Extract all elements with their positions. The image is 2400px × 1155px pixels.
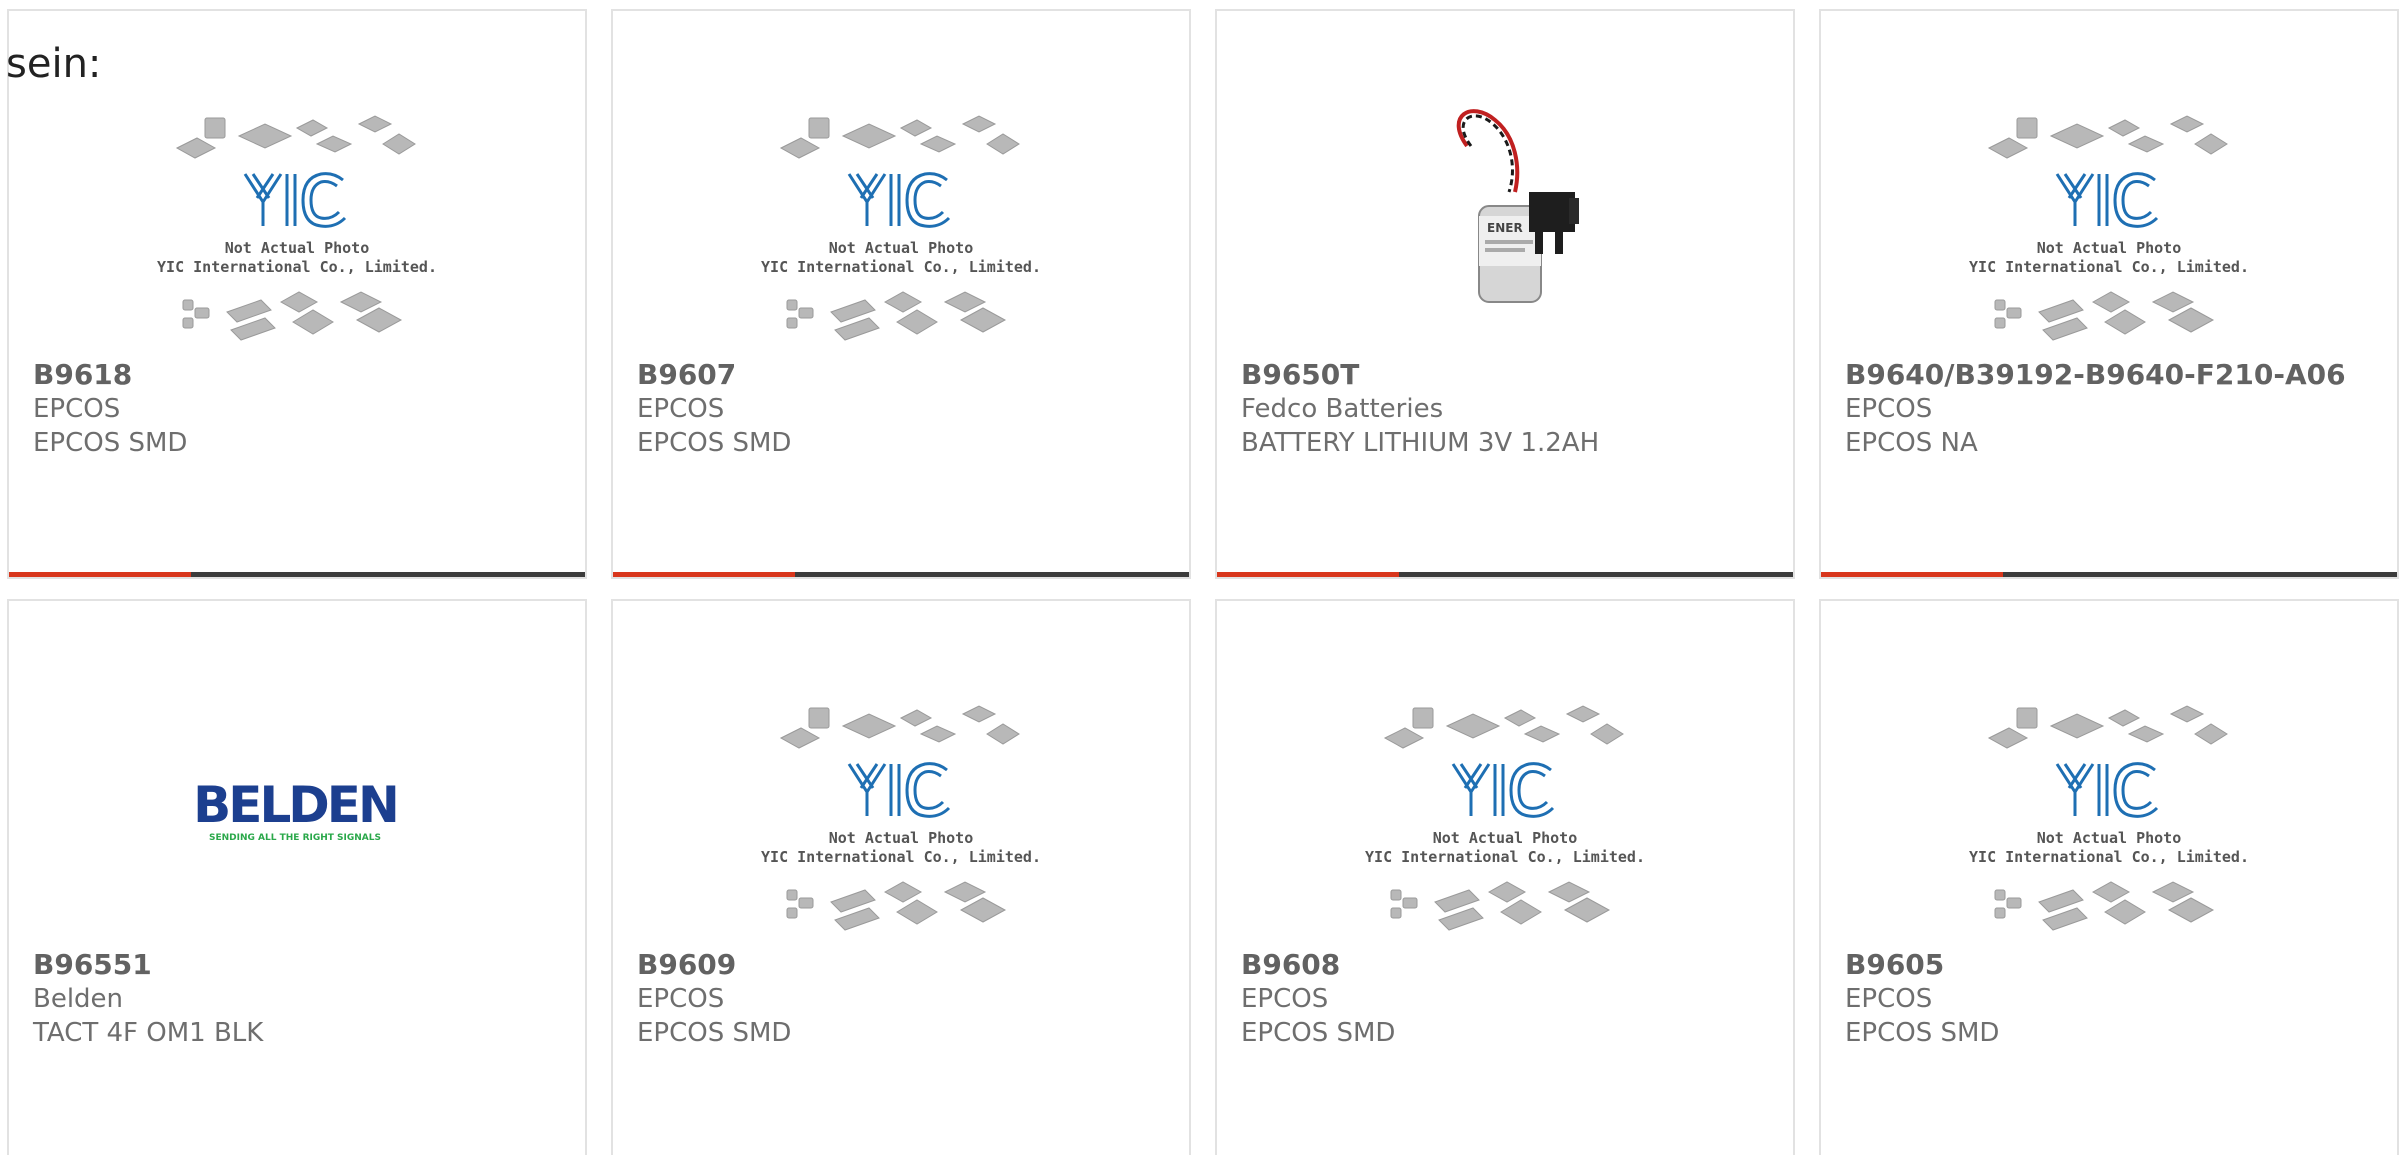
product-image[interactable]: Not Actual Photo YIC International Co., …: [1217, 681, 1793, 951]
manufacturer: EPCOS: [1845, 394, 1933, 424]
product-image[interactable]: Not Actual Photo YIC International Co., …: [613, 681, 1189, 951]
card-bottom-bar: [1217, 572, 1793, 577]
description: EPCOS SMD: [33, 428, 188, 458]
card-accent: [613, 572, 795, 577]
card-bottom-bar: [1821, 572, 2397, 577]
belden-logo-tagline: SENDING ALL THE RIGHT SIGNALS: [209, 833, 381, 843]
placeholder-line2: YIC International Co., Limited.: [1969, 258, 2249, 276]
yic-placeholder-image: Not Actual Photo YIC International Co., …: [1969, 705, 2249, 931]
placeholder-line2: YIC International Co., Limited.: [1365, 848, 1645, 866]
card-accent: [1821, 572, 2003, 577]
description: EPCOS SMD: [1241, 1018, 1396, 1048]
product-card[interactable]: Not Actual Photo YIC International Co., …: [611, 599, 1191, 1155]
card-bottom-bar: [613, 572, 1189, 577]
product-info: B9609 EPCOS EPCOS SMD: [637, 948, 1179, 1050]
placeholder-line1: Not Actual Photo: [829, 239, 974, 257]
page: Not Actual Photo YIC International Co., …: [0, 0, 2400, 1155]
placeholder-line1: Not Actual Photo: [225, 239, 370, 257]
description: EPCOS NA: [1845, 428, 1978, 458]
svg-text:ENER: ENER: [1487, 221, 1523, 235]
part-number[interactable]: B9640/B39192-B9640-F210-A06: [1845, 358, 2387, 392]
product-card[interactable]: Not Actual Photo YIC International Co., …: [1215, 599, 1795, 1155]
description: EPCOS SMD: [637, 1018, 792, 1048]
placeholder-line2: YIC International Co., Limited.: [157, 258, 437, 276]
part-number[interactable]: B9618: [33, 358, 575, 392]
manufacturer: EPCOS: [33, 394, 121, 424]
manufacturer: EPCOS: [637, 984, 725, 1014]
belden-logo-image: BELDEN SENDING ALL THE RIGHT SIGNALS: [193, 776, 400, 843]
product-card[interactable]: ENER B9650T Fedco Batteries BATTERY LITH…: [1215, 9, 1795, 579]
product-card[interactable]: Not Actual Photo YIC International Co., …: [1819, 599, 2399, 1155]
manufacturer: EPCOS: [1241, 984, 1329, 1014]
part-number[interactable]: B9605: [1845, 948, 2387, 982]
yic-placeholder-image: Not Actual Photo YIC International Co., …: [761, 705, 1041, 931]
placeholder-line2: YIC International Co., Limited.: [761, 258, 1041, 276]
product-card[interactable]: Not Actual Photo YIC International Co., …: [7, 9, 587, 579]
yic-placeholder-image: Not Actual Photo YIC International Co., …: [1365, 705, 1645, 931]
product-image[interactable]: Not Actual Photo YIC International Co., …: [613, 91, 1189, 361]
description: EPCOS SMD: [1845, 1018, 2000, 1048]
section-heading: sein:: [6, 41, 102, 87]
card-accent: [9, 572, 191, 577]
yic-placeholder-image: Not Actual Photo YIC International Co., …: [761, 115, 1041, 341]
manufacturer: Belden: [33, 984, 124, 1014]
card-bottom-bar: [9, 572, 585, 577]
part-number[interactable]: B96551: [33, 948, 575, 982]
part-number[interactable]: B9607: [637, 358, 1179, 392]
product-image[interactable]: BELDEN SENDING ALL THE RIGHT SIGNALS: [9, 681, 585, 951]
product-info: B96551 Belden TACT 4F OM1 BLK: [33, 948, 575, 1050]
placeholder-line2: YIC International Co., Limited.: [761, 848, 1041, 866]
placeholder-line1: Not Actual Photo: [1433, 829, 1578, 847]
product-image[interactable]: Not Actual Photo YIC International Co., …: [9, 91, 585, 361]
product-info: B9607 EPCOS EPCOS SMD: [637, 358, 1179, 460]
battery-photo-image: ENER: [1456, 109, 1579, 303]
manufacturer: Fedco Batteries: [1241, 394, 1444, 424]
product-card[interactable]: BELDEN SENDING ALL THE RIGHT SIGNALS B96…: [7, 599, 587, 1155]
yic-placeholder-image: Not Actual Photo YIC International Co., …: [1969, 115, 2249, 341]
product-info: B9608 EPCOS EPCOS SMD: [1241, 948, 1783, 1050]
card-accent: [1217, 572, 1399, 577]
product-card[interactable]: Not Actual Photo YIC International Co., …: [611, 9, 1191, 579]
description: EPCOS SMD: [637, 428, 792, 458]
description: TACT 4F OM1 BLK: [33, 1018, 264, 1048]
part-number[interactable]: B9650T: [1241, 358, 1783, 392]
product-image[interactable]: ENER: [1217, 91, 1793, 361]
product-image[interactable]: Not Actual Photo YIC International Co., …: [1821, 681, 2397, 951]
manufacturer: EPCOS: [1845, 984, 1933, 1014]
product-image[interactable]: Not Actual Photo YIC International Co., …: [1821, 91, 2397, 361]
belden-logo-name: BELDEN: [193, 776, 397, 834]
placeholder-line1: Not Actual Photo: [2037, 239, 2182, 257]
yic-placeholder-image: Not Actual Photo YIC International Co., …: [157, 115, 437, 341]
placeholder-line1: Not Actual Photo: [829, 829, 974, 847]
product-info: B9640/B39192-B9640-F210-A06 EPCOS EPCOS …: [1845, 358, 2387, 460]
product-card[interactable]: Not Actual Photo YIC International Co., …: [1819, 9, 2399, 579]
product-info: B9605 EPCOS EPCOS SMD: [1845, 948, 2387, 1050]
placeholder-line1: Not Actual Photo: [2037, 829, 2182, 847]
manufacturer: EPCOS: [637, 394, 725, 424]
description: BATTERY LITHIUM 3V 1.2AH: [1241, 428, 1600, 458]
product-info: B9618 EPCOS EPCOS SMD: [33, 358, 575, 460]
product-info: B9650T Fedco Batteries BATTERY LITHIUM 3…: [1241, 358, 1783, 460]
part-number[interactable]: B9609: [637, 948, 1179, 982]
part-number[interactable]: B9608: [1241, 948, 1783, 982]
placeholder-line2: YIC International Co., Limited.: [1969, 848, 2249, 866]
